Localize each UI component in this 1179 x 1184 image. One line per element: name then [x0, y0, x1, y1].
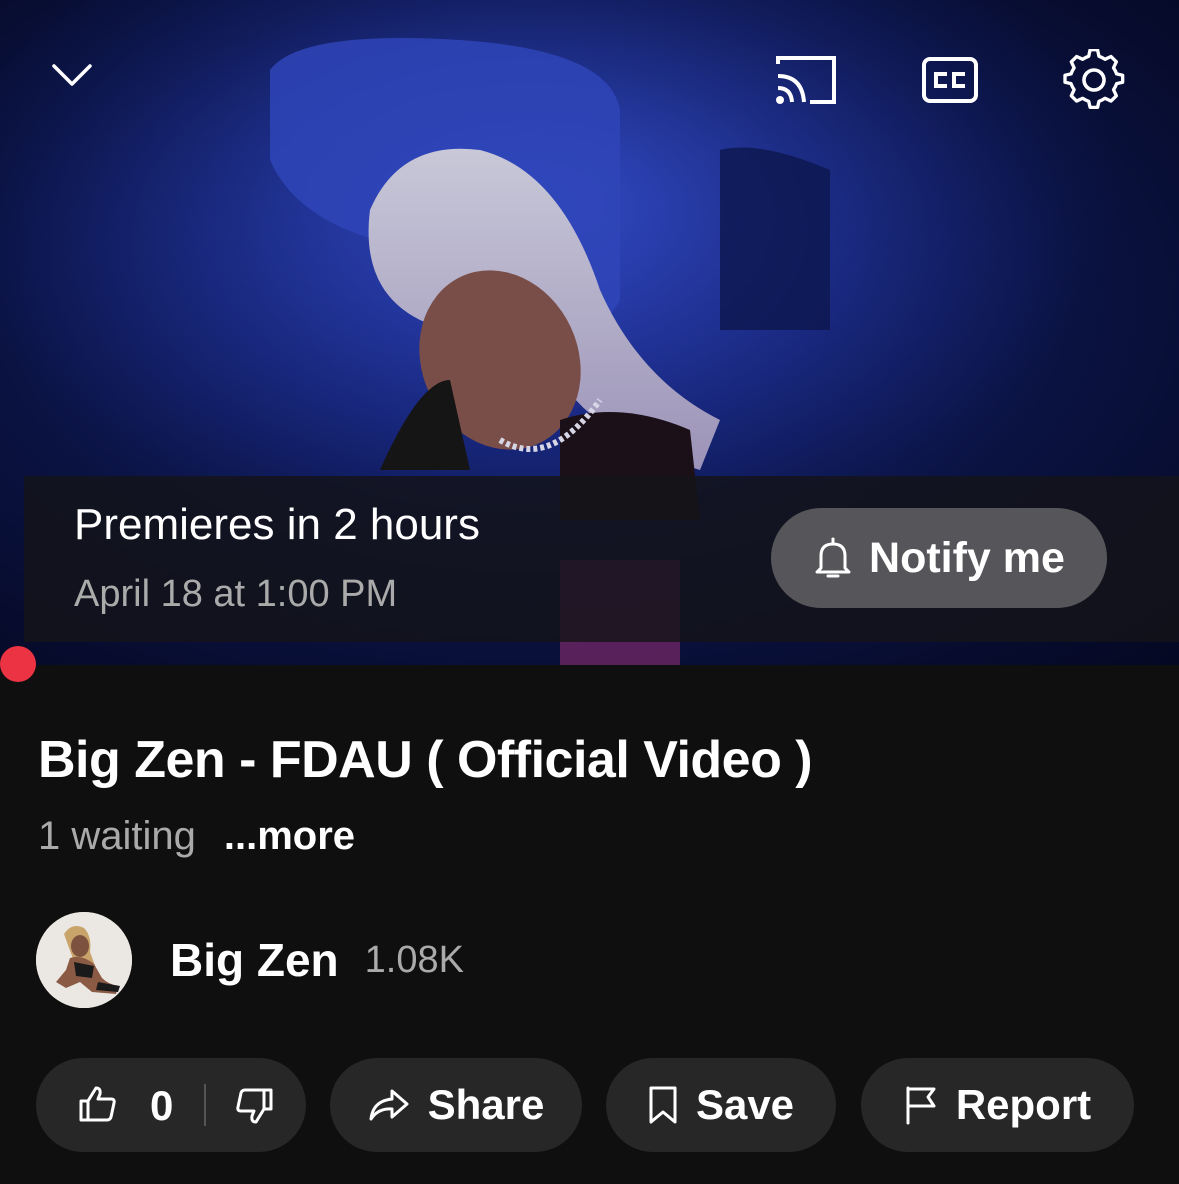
channel-name[interactable]: Big Zen — [170, 933, 339, 987]
closed-captions-icon — [922, 57, 978, 103]
like-count: 0 — [150, 1082, 174, 1129]
bookmark-icon — [649, 1086, 677, 1124]
report-label: Report — [955, 1081, 1092, 1128]
cast-icon — [776, 56, 836, 104]
like-divider — [204, 1084, 206, 1126]
more-description-link[interactable]: ...more — [224, 814, 355, 859]
collapse-player-button[interactable] — [40, 44, 104, 108]
progress-scrubber[interactable] — [0, 646, 36, 682]
flag-icon — [906, 1086, 936, 1125]
share-button[interactable]: Share — [330, 1058, 582, 1152]
settings-button[interactable] — [1058, 44, 1130, 116]
notify-me-button[interactable]: Notify me — [771, 508, 1107, 608]
channel-row[interactable]: Big Zen 1.08K — [36, 912, 464, 1008]
video-player[interactable]: Premieres in 2 hours April 18 at 1:00 PM… — [0, 0, 1179, 665]
bell-icon — [815, 537, 851, 578]
thumbs-up-icon[interactable] — [78, 1085, 118, 1123]
report-button[interactable]: Report — [861, 1058, 1134, 1152]
watch-page: Premieres in 2 hours April 18 at 1:00 PM… — [0, 0, 1179, 1184]
waiting-count: 1 waiting — [38, 814, 196, 858]
channel-avatar[interactable] — [36, 912, 132, 1008]
settings-gear-icon — [1063, 49, 1125, 110]
captions-button[interactable] — [916, 48, 984, 112]
premiere-countdown: Premieres in 2 hours — [74, 500, 480, 549]
thumbs-down-icon[interactable] — [234, 1087, 274, 1125]
chevron-down-icon — [52, 64, 92, 86]
save-button[interactable]: Save — [606, 1058, 836, 1152]
like-dislike-group: 0 — [36, 1058, 306, 1152]
video-meta: 1 waiting ...more — [38, 814, 355, 859]
premiere-date: April 18 at 1:00 PM — [74, 573, 398, 615]
save-label: Save — [695, 1081, 795, 1128]
share-label: Share — [427, 1081, 545, 1128]
premiere-banner: Premieres in 2 hours April 18 at 1:00 PM… — [24, 476, 1179, 642]
notify-me-label: Notify me — [869, 533, 1065, 582]
share-arrow-icon — [369, 1089, 409, 1121]
video-title[interactable]: Big Zen - FDAU ( Official Video ) — [38, 730, 813, 790]
subscriber-count: 1.08K — [364, 938, 464, 981]
cast-button[interactable] — [770, 48, 842, 112]
avatar-image — [36, 912, 132, 1008]
